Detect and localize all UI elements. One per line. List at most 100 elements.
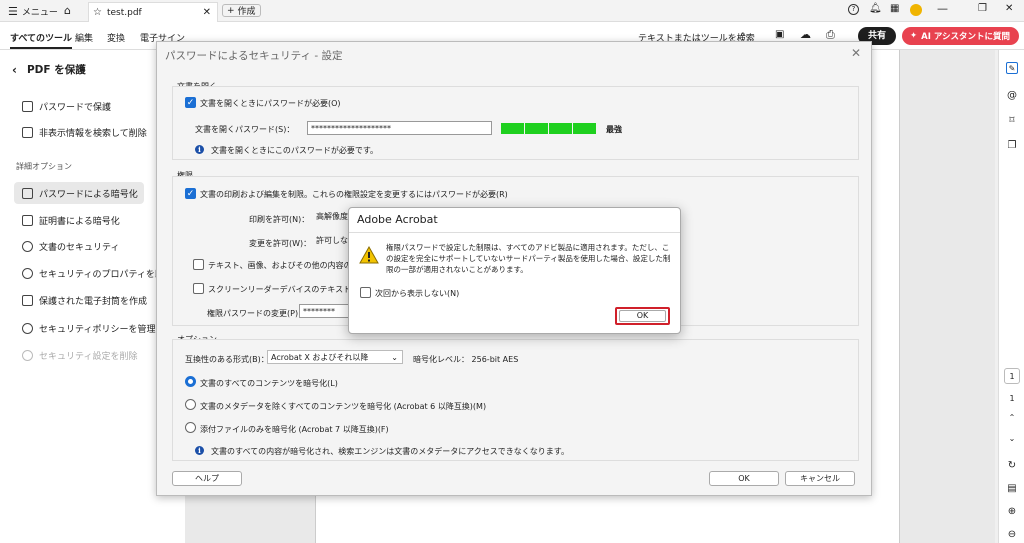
tab-edit[interactable]: 編集	[75, 31, 93, 44]
menu-button[interactable]: ☰ メニュー	[8, 4, 58, 18]
window-close-icon[interactable]: ✕	[1005, 3, 1013, 14]
sidebar-item-label: 非表示情報を検索して削除	[39, 128, 147, 139]
upload-cloud-icon[interactable]: ☁	[800, 28, 811, 41]
change-label: 変更を許可(W)：	[249, 239, 312, 248]
hamburger-icon: ☰	[8, 4, 18, 18]
dialog-ok-button[interactable]: OK	[709, 471, 779, 486]
copy-checkbox[interactable]	[193, 259, 204, 270]
help-button[interactable]: ヘルプ	[172, 471, 242, 486]
alert-ok-button[interactable]: OK	[619, 310, 666, 322]
sidebar-item-label: セキュリティのプロパティを既	[39, 269, 164, 280]
star-icon[interactable]: ☆	[93, 7, 102, 18]
sidebar-item-label: セキュリティ設定を削除	[39, 351, 138, 362]
sidebar-item-security-props[interactable]: セキュリティのプロパティを既	[22, 265, 164, 281]
print-icon[interactable]: ⎙	[826, 28, 835, 42]
radio-attachments-label: 添付ファイルのみを暗号化 (Acrobat 7 以降互換)(F)	[200, 425, 389, 434]
sidebar-item-label: 証明書による暗号化	[39, 216, 120, 227]
compat-select[interactable]: Acrobat X およびそれ以降 ⌄	[267, 350, 403, 364]
radio-except-metadata-label: 文書のメタデータを除くすべてのコンテンツを暗号化 (Acrobat 6 以降互換…	[200, 402, 487, 411]
strength-meter	[501, 123, 596, 134]
section-heading: 詳細オプション	[16, 162, 72, 171]
back-header[interactable]: ‹ PDF を保護	[12, 62, 86, 77]
avatar[interactable]	[910, 4, 922, 16]
strength-label: 最強	[606, 125, 622, 134]
sidebar-item-envelope[interactable]: 保護された電子封筒を作成	[22, 292, 147, 308]
page-fit-icon[interactable]: ▤	[1006, 483, 1018, 495]
document-tab[interactable]: ☆ test.pdf ✕	[88, 2, 218, 22]
sidebar-item-password-encrypt[interactable]: パスワードによる暗号化	[14, 182, 144, 204]
password-icon	[22, 100, 33, 112]
chevron-up-icon[interactable]: ⌃	[1006, 412, 1018, 424]
radio-encrypt-all[interactable]	[185, 376, 196, 387]
apps-grid-icon[interactable]: ▦	[890, 3, 900, 14]
page-number-input[interactable]: 1	[1004, 368, 1020, 384]
alert-message: 権限パスワードで設定した制限は、すべてのアドビ製品に適用されます。ただし、この設…	[386, 243, 671, 274]
home-icon[interactable]: ⌂	[64, 4, 71, 17]
plus-icon: +	[227, 5, 235, 16]
remove-security-icon	[22, 349, 33, 361]
help-icon[interactable]: ?	[848, 4, 859, 15]
new-tab-button[interactable]: + 作成	[222, 4, 261, 17]
zoom-in-icon[interactable]: ⊕	[1006, 506, 1018, 518]
radio-encrypt-all-label: 文書のすべてのコンテンツを暗号化(L)	[200, 379, 338, 388]
compat-label: 互換性のある形式(B)：	[185, 355, 269, 364]
tab-convert[interactable]: 変換	[107, 31, 125, 44]
dialog-close-icon[interactable]: ✕	[851, 46, 861, 60]
print-select[interactable]: 高解像度	[313, 210, 353, 224]
dont-show-again-label: 次回から表示しない(N)	[375, 289, 460, 298]
info-icon: i	[195, 446, 204, 455]
refresh-icon[interactable]: ↻	[1006, 460, 1018, 472]
alert-title: Adobe Acrobat	[357, 213, 438, 226]
encryption-level: 暗号化レベル： 256-bit AES	[413, 355, 519, 364]
change-select[interactable]: 許可しない	[313, 234, 353, 248]
sidebar-item-password-protect[interactable]: パスワードで保護	[22, 98, 111, 114]
bell-icon[interactable]: 🔔︎	[869, 3, 882, 14]
tab-all-tools[interactable]: すべてのツール	[10, 31, 73, 49]
restrict-checkbox[interactable]: ✓	[185, 188, 196, 199]
user-icon	[22, 240, 33, 252]
panel-title: PDF を保護	[26, 64, 86, 76]
ai-assistant-button[interactable]: ✦ AI アシスタントに質問	[902, 27, 1019, 45]
chevron-down-icon: ⌄	[391, 353, 398, 362]
restore-icon[interactable]: ❐	[978, 3, 987, 14]
dialog-cancel-button[interactable]: キャンセル	[785, 471, 855, 486]
sidebar-item-label: パスワードによる暗号化	[39, 189, 138, 200]
perm-password-field[interactable]: ********	[299, 304, 351, 318]
chevron-down-icon[interactable]: ⌄	[1006, 433, 1018, 445]
comment-icon[interactable]: @	[1006, 90, 1018, 102]
pages-icon[interactable]: ❐	[1006, 140, 1018, 152]
open-password-label: 文書を開くときにパスワードが必要(O)	[200, 99, 341, 108]
restrict-label: 文書の印刷および編集を制限。これらの権限設定を変更するにはパスワードが必要(R)	[200, 190, 508, 199]
options-info-text: 文書のすべての内容が暗号化され、検索エンジンは文書のメタデータにアクセスできなく…	[211, 447, 569, 456]
compat-value: Acrobat X およびそれ以降	[271, 353, 369, 362]
search-icon[interactable]: ⌕	[740, 29, 746, 40]
edit-panel-icon[interactable]: ✎	[1006, 62, 1018, 74]
lock-icon	[22, 187, 33, 199]
save-icon[interactable]: ▣	[775, 29, 784, 40]
sidebar-item-doc-security[interactable]: 文書のセキュリティ	[22, 238, 119, 254]
certificate-icon	[22, 214, 33, 226]
dont-show-again-checkbox[interactable]	[360, 287, 371, 298]
sidebar-item-remove-security[interactable]: セキュリティ設定を削除	[22, 347, 137, 363]
policy-icon	[22, 322, 33, 334]
zoom-out-icon[interactable]: ⊖	[1006, 529, 1018, 541]
screen-reader-checkbox[interactable]	[193, 283, 204, 294]
open-password-checkbox[interactable]: ✓	[185, 97, 196, 108]
info-icon: i	[195, 145, 204, 154]
ai-label: AI アシスタントに質問	[921, 32, 1010, 42]
divider	[349, 232, 680, 233]
close-tab-icon[interactable]: ✕	[203, 7, 211, 18]
perm-pw-label: 権限パスワードの変更(P)：	[207, 309, 307, 318]
search-redact-icon	[22, 126, 33, 138]
radio-encrypt-except-metadata[interactable]	[185, 399, 196, 410]
warning-icon	[359, 246, 379, 264]
tab-title: test.pdf	[106, 7, 142, 18]
sidebar-item-policy[interactable]: セキュリティポリシーを管理	[22, 320, 155, 336]
sidebar-item-label: 保護された電子封筒を作成	[39, 296, 148, 307]
bookmark-icon[interactable]: ⌑	[1006, 115, 1018, 127]
sidebar-item-redact[interactable]: 非表示情報を検索して削除	[22, 124, 147, 140]
radio-encrypt-attachments[interactable]	[185, 422, 196, 433]
minimize-icon[interactable]: —	[937, 2, 948, 15]
open-password-field[interactable]: ********************	[307, 121, 492, 135]
sidebar-item-cert-encrypt[interactable]: 証明書による暗号化	[22, 212, 120, 228]
